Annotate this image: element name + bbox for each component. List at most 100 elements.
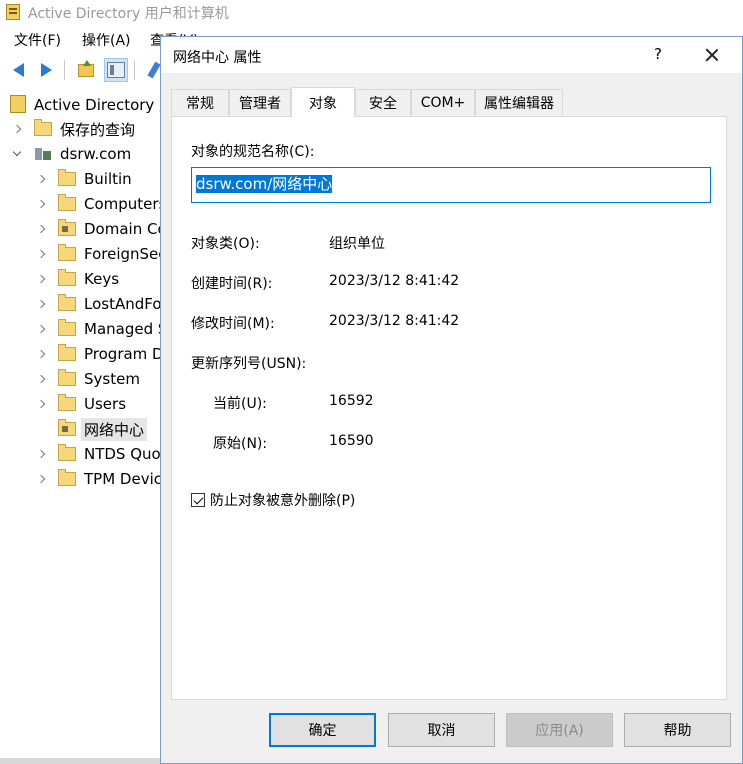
tree-item-label: Computers (84, 195, 160, 213)
tree-item-saved-queries[interactable]: 保存的查询 (12, 117, 136, 141)
chevron-right-icon[interactable] (36, 474, 46, 484)
chevron-right-icon[interactable] (12, 124, 22, 134)
folder-icon (58, 294, 76, 311)
domain-icon (34, 146, 52, 162)
chevron-right-icon[interactable] (36, 299, 46, 309)
tab-com-plus[interactable]: COM+ (411, 89, 475, 115)
tab-managed-by[interactable]: 管理者 (229, 89, 291, 115)
tab-object[interactable]: 对象 (291, 87, 355, 117)
ad-app-icon (6, 4, 20, 20)
folder-icon (58, 444, 76, 461)
usn-current-label: 当前(U): (213, 396, 267, 412)
arrow-right-icon (40, 63, 52, 77)
tree-item-system[interactable]: System (36, 367, 140, 391)
canonical-name-label: 对象的规范名称(C): (191, 144, 315, 160)
close-icon[interactable] (696, 43, 728, 67)
apply-button: 应用(A) (506, 713, 613, 747)
chevron-down-icon[interactable] (12, 147, 22, 157)
usn-original-label: 原始(N): (213, 436, 268, 452)
tab-general[interactable]: 常规 (171, 89, 229, 115)
tab-attribute-editor[interactable]: 属性编辑器 (475, 89, 563, 115)
usn-original-value: 16590 (329, 433, 374, 449)
usn-current-value: 16592 (329, 393, 374, 409)
chevron-right-icon[interactable] (36, 249, 46, 259)
up-level-button[interactable] (74, 58, 98, 82)
toolbar-separator (134, 60, 135, 80)
console-tree-icon (107, 62, 125, 78)
tree-item-users[interactable]: Users (36, 392, 126, 416)
chevron-right-icon[interactable] (36, 449, 46, 459)
modified-label: 修改时间(M): (191, 316, 275, 332)
ad-root-icon (10, 95, 26, 113)
tree-item-computers[interactable]: Computers (36, 192, 160, 216)
folder-icon (58, 319, 76, 336)
forward-button[interactable] (34, 58, 58, 82)
tree-item-keys[interactable]: Keys (36, 267, 119, 291)
tree-item-label: ForeignSecurityPrincipals (84, 245, 160, 263)
mmc-title: Active Directory 用户和计算机 (28, 6, 229, 22)
menu-action[interactable]: 操作(A) (82, 30, 131, 50)
tree-item-label: LostAndFound (84, 295, 160, 313)
tab-security[interactable]: 安全 (355, 89, 411, 115)
tree-item-program-data[interactable]: Program Data (36, 342, 160, 366)
ou-icon (58, 219, 76, 236)
toolbar-separator (64, 60, 65, 80)
chevron-right-icon[interactable] (36, 399, 46, 409)
chevron-right-icon[interactable] (36, 349, 46, 359)
tree-item-label: TPM Devices (84, 470, 160, 488)
tree-item-network-center[interactable]: 网络中心 (38, 417, 148, 441)
help-button[interactable]: ? (643, 45, 673, 65)
chevron-right-icon[interactable] (36, 274, 46, 284)
dialog-title: 网络中心 属性 (173, 50, 262, 66)
arrow-left-icon (12, 63, 24, 77)
checkbox-checked-icon[interactable] (191, 493, 205, 507)
tree-item-managed-service[interactable]: Managed Service Accounts (36, 317, 160, 341)
tree-item-tpm-devices[interactable]: TPM Devices (36, 467, 160, 491)
dialog-titlebar[interactable]: 网络中心 属性 ? (161, 37, 742, 73)
chevron-right-icon[interactable] (36, 224, 46, 234)
tool-icon (147, 61, 161, 79)
folder-icon (58, 469, 76, 486)
modified-value: 2023/3/12 8:41:42 (329, 313, 460, 329)
object-class-value: 组织单位 (329, 236, 385, 252)
canonical-name-field[interactable]: dsrw.com/网络中心 (191, 167, 711, 203)
usn-label: 更新序列号(USN): (191, 356, 307, 372)
tree-root-label: Active Directory 用户和计算机 (34, 95, 160, 114)
ok-button[interactable]: 确定 (269, 713, 376, 747)
protect-from-deletion-label: 防止对象被意外删除(P) (210, 493, 356, 509)
chevron-right-icon[interactable] (36, 199, 46, 209)
tree-root[interactable]: Active Directory 用户和计算机 (10, 92, 160, 116)
folder-icon (58, 394, 76, 411)
chevron-right-icon[interactable] (36, 174, 46, 184)
object-class-label: 对象类(O): (191, 236, 260, 252)
ou-icon (58, 419, 76, 436)
tree-item-label: System (84, 370, 140, 388)
tree-item-ntds-quotas[interactable]: NTDS Quotas (36, 442, 160, 466)
folder-icon (34, 119, 52, 136)
properties-dialog: 网络中心 属性 ? 常规 管理者 对象 安全 COM+ 属性编辑器 对象的规范名… (160, 36, 743, 764)
protect-from-deletion[interactable]: 防止对象被意外删除(P) (191, 490, 355, 510)
tree-item-domain[interactable]: dsrw.com (12, 142, 131, 166)
cancel-button[interactable]: 取消 (388, 713, 495, 747)
tree-item-builtin[interactable]: Builtin (36, 167, 132, 191)
chevron-right-icon[interactable] (36, 374, 46, 384)
canonical-name-value: dsrw.com/网络中心 (196, 175, 333, 193)
folder-icon (58, 194, 76, 211)
mmc-titlebar: Active Directory 用户和计算机 (0, 0, 743, 26)
created-value: 2023/3/12 8:41:42 (329, 273, 460, 289)
back-button[interactable] (6, 58, 30, 82)
chevron-right-icon[interactable] (36, 324, 46, 334)
tree-item-label: Domain Controllers (84, 220, 160, 238)
tree-item-foreign-security[interactable]: ForeignSecurityPrincipals (36, 242, 160, 266)
tree-item-label: Builtin (84, 170, 132, 188)
console-tree[interactable]: Active Directory 用户和计算机 保存的查询 dsrw.com B… (0, 90, 160, 764)
folder-icon (58, 169, 76, 186)
tree-item-label: NTDS Quotas (84, 445, 160, 463)
tree-item-domain-controllers[interactable]: Domain Controllers (36, 217, 160, 241)
help-dialog-button[interactable]: 帮助 (624, 713, 731, 747)
tree-item-lost-and-found[interactable]: LostAndFound (36, 292, 160, 316)
menu-file[interactable]: 文件(F) (14, 30, 61, 50)
folder-icon (58, 244, 76, 261)
tree-item-label: 保存的查询 (60, 120, 136, 139)
show-hide-tree-button[interactable] (104, 58, 128, 82)
